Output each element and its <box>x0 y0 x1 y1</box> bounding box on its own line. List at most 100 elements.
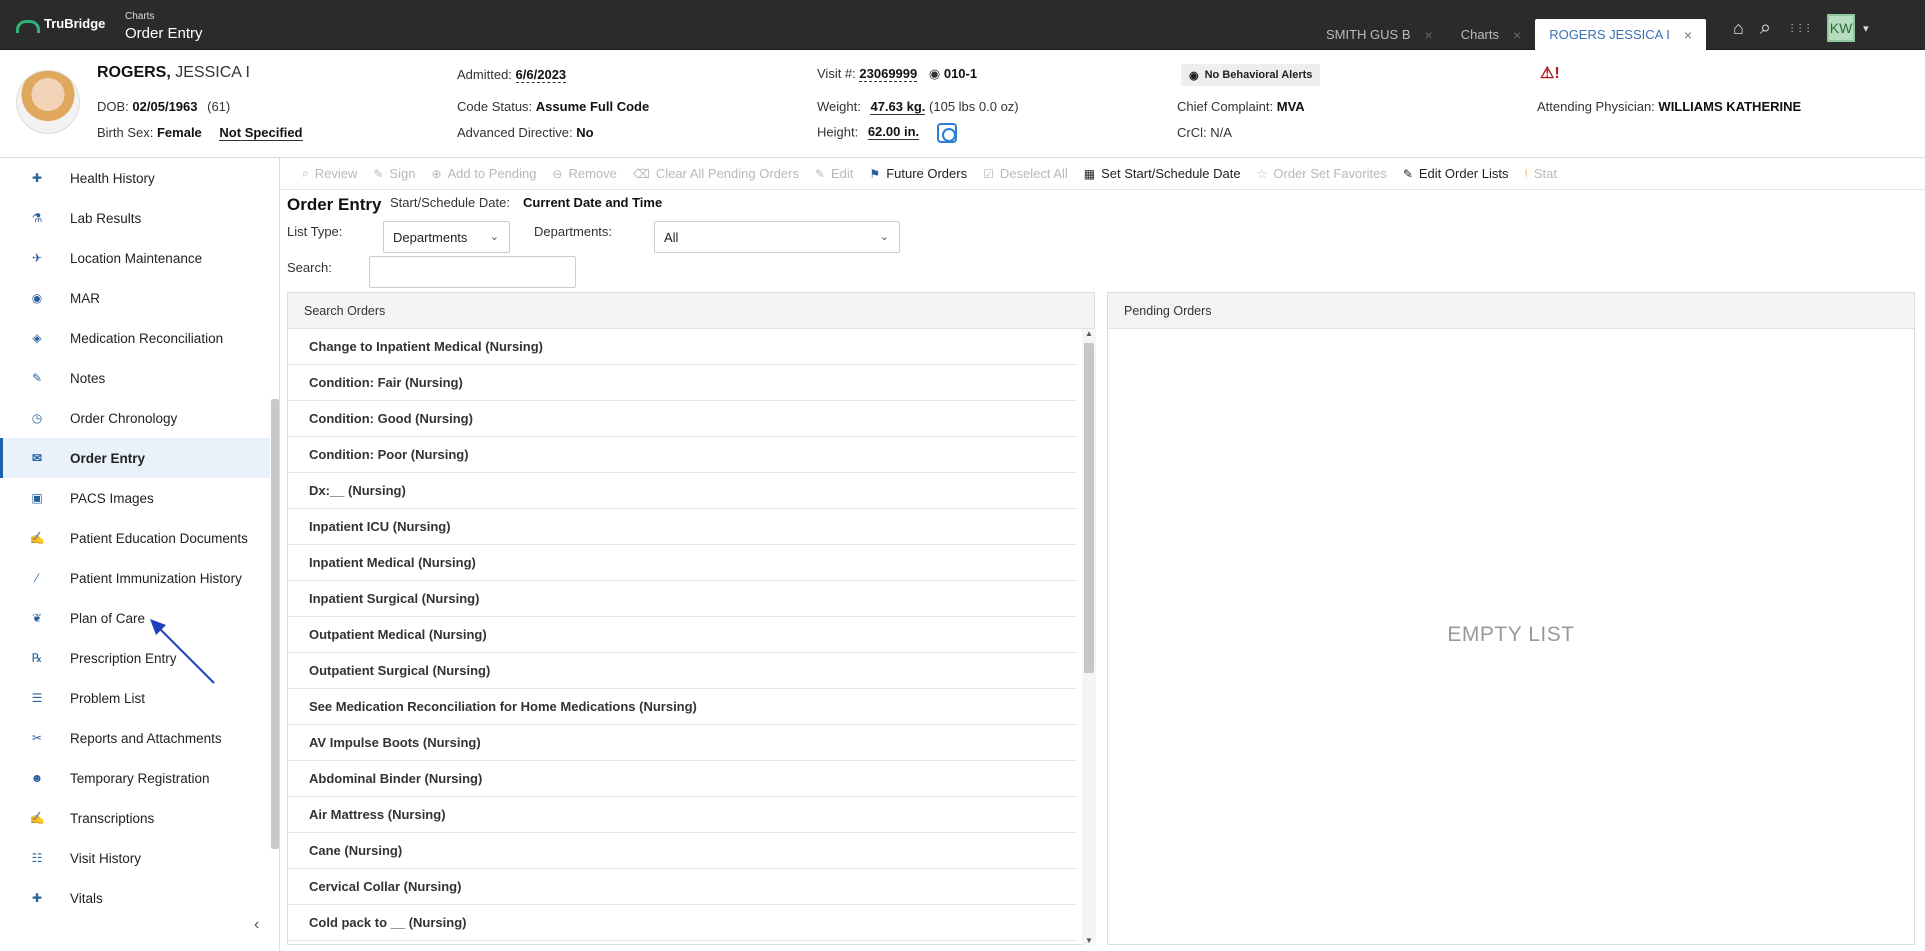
order-row[interactable]: Air Mattress (Nursing) <box>288 797 1076 833</box>
sidebar-item-problem-list[interactable]: ☰ Problem List <box>0 678 270 718</box>
behavioral-alert-badge[interactable]: ◉ No Behavioral Alerts <box>1181 64 1321 86</box>
order-row[interactable]: Change to Inpatient Medical (Nursing) <box>288 329 1076 365</box>
sidebar-item-patient-education[interactable]: ✍ Patient Education Documents <box>0 518 270 558</box>
edit-button[interactable]: ✎ Edit <box>815 166 853 181</box>
edit-order-lists-button[interactable]: ✎ Edit Order Lists <box>1403 166 1509 181</box>
tab-label: SMITH GUS B <box>1326 27 1411 42</box>
patient-name: ROGERS, JESSICA I <box>97 64 250 82</box>
registration-icon: ☻ <box>30 771 44 785</box>
order-row[interactable]: Outpatient Surgical (Nursing) <box>288 653 1076 689</box>
sidebar-item-location-maintenance[interactable]: ✈ Location Maintenance <box>0 238 270 278</box>
complaint-row: Chief Complaint: MVA <box>1177 99 1305 114</box>
height-link[interactable]: 62.00 in. <box>867 124 920 141</box>
sidebar-item-label: Lab Results <box>70 210 142 226</box>
future-orders-button[interactable]: ⚑ Future Orders <box>869 166 967 181</box>
clear-pending-button[interactable]: ⌫ Clear All Pending Orders <box>633 166 799 181</box>
code-status-value: Assume Full Code <box>535 99 650 114</box>
dob-row: DOB: 02/05/1963 (61) <box>97 99 230 114</box>
sidebar-item-transcriptions[interactable]: ✍ Transcriptions <box>0 798 270 838</box>
search-input[interactable] <box>369 256 576 288</box>
close-icon[interactable]: × <box>1425 27 1433 43</box>
visit-label: Visit #: <box>817 66 856 81</box>
pacs-image-icon: ▣ <box>31 491 43 505</box>
chevron-down-icon[interactable]: ▾ <box>1863 22 1869 35</box>
sidebar-item-order-chronology[interactable]: ◷ Order Chronology <box>0 398 270 438</box>
order-row[interactable]: Inpatient ICU (Nursing) <box>288 509 1076 545</box>
order-row[interactable]: AV Impulse Boots (Nursing) <box>288 725 1076 761</box>
close-icon[interactable]: × <box>1513 27 1521 43</box>
sidebar-item-visit-history[interactable]: ☷ Visit History <box>0 838 270 878</box>
order-row[interactable]: Dx:__ (Nursing) <box>288 473 1076 509</box>
deselect-all-button[interactable]: ☑ Deselect All <box>983 166 1068 181</box>
edit-icon: ✎ <box>814 166 826 181</box>
education-icon: ✍ <box>29 531 45 545</box>
lab-flask-icon: ⚗ <box>31 211 43 225</box>
sidebar-item-pacs-images[interactable]: ▣ PACS Images <box>0 478 270 518</box>
remove-icon: ⊖ <box>552 166 563 181</box>
measure-icon[interactable] <box>936 123 957 143</box>
tab-smith-gus[interactable]: SMITH GUS B × <box>1312 19 1447 50</box>
stat-button[interactable]: ! Stat <box>1524 166 1556 181</box>
order-row[interactable]: Inpatient Medical (Nursing) <box>288 545 1076 581</box>
apps-grid-icon[interactable]: ⋮⋮⋮ <box>1787 23 1813 34</box>
sidebar-item-temporary-registration[interactable]: ☻ Temporary Registration <box>0 758 270 798</box>
room-value: 010-1 <box>943 66 978 81</box>
sidebar-item-notes[interactable]: ✎ Notes <box>0 358 270 398</box>
admitted-date-link[interactable]: 6/6/2023 <box>515 67 567 83</box>
scroll-thumb[interactable] <box>1084 343 1094 673</box>
close-icon[interactable]: × <box>1684 27 1692 43</box>
order-list-scrollbar[interactable]: ▲ ▼ <box>1082 329 1096 945</box>
add-to-pending-button[interactable]: ⊕ Add to Pending <box>431 166 536 181</box>
allergy-warning-icon[interactable]: ⚠! <box>1540 63 1560 83</box>
visit-history-icon: ☷ <box>31 851 43 865</box>
order-row[interactable]: Condition: Poor (Nursing) <box>288 437 1076 473</box>
sidebar-item-plan-of-care[interactable]: ❦ Plan of Care <box>0 598 270 638</box>
sidebar-item-mar[interactable]: ◉ MAR <box>0 278 270 318</box>
sidebar-item-immunization-history[interactable]: ⁄ Patient Immunization History <box>0 558 270 598</box>
sign-button[interactable]: ✎ Sign <box>373 166 415 181</box>
sidebar-scrollbar[interactable] <box>271 399 279 849</box>
patient-banner: ROGERS, JESSICA I DOB: 02/05/1963 (61) B… <box>0 50 1925 158</box>
list-type-select[interactable]: Departments ⌄ <box>383 221 510 253</box>
order-row[interactable]: Inpatient Surgical (Nursing) <box>288 581 1076 617</box>
order-row[interactable]: Cane (Nursing) <box>288 833 1076 869</box>
order-row[interactable]: Outpatient Medical (Nursing) <box>288 617 1076 653</box>
sidebar-item-health-history[interactable]: ✚ Health History <box>0 158 270 198</box>
tab-charts[interactable]: Charts × <box>1447 19 1535 50</box>
sidebar-item-medication-reconciliation[interactable]: ◈ Medication Reconciliation <box>0 318 270 358</box>
sidebar-item-label: Reports and Attachments <box>70 730 222 746</box>
set-start-date-button[interactable]: ▦ Set Start/Schedule Date <box>1084 166 1241 181</box>
order-row[interactable]: Abdominal Binder (Nursing) <box>288 761 1076 797</box>
pending-orders-panel: Pending Orders EMPTY LIST <box>1107 292 1915 945</box>
future-orders-icon: ⚑ <box>869 166 881 181</box>
order-row[interactable]: See Medication Reconciliation for Home M… <box>288 689 1076 725</box>
gender-identity-link[interactable]: Not Specified <box>219 125 303 141</box>
collapse-sidebar-icon[interactable]: ‹ <box>254 916 259 934</box>
sidebar-item-prescription-entry[interactable]: ℞ Prescription Entry <box>0 638 270 678</box>
order-row[interactable]: Condition: Good (Nursing) <box>288 401 1076 437</box>
sidebar-item-lab-results[interactable]: ⚗ Lab Results <box>0 198 270 238</box>
order-row[interactable]: Condition: Fair (Nursing) <box>288 365 1076 401</box>
visit-number-link[interactable]: 23069999 <box>859 66 918 82</box>
departments-select[interactable]: All ⌄ <box>654 221 900 253</box>
brand[interactable]: TruBridge <box>16 16 105 33</box>
sidebar-item-order-entry[interactable]: ✉ Order Entry <box>0 438 270 478</box>
search-icon[interactable]: ⌕ <box>1760 17 1771 40</box>
scroll-up-icon[interactable]: ▲ <box>1085 329 1093 338</box>
scroll-down-icon[interactable]: ▼ <box>1085 936 1093 945</box>
breadcrumb-parent[interactable]: Charts <box>125 12 203 22</box>
tab-rogers-jessica[interactable]: ROGERS JESSICA I × <box>1535 19 1707 50</box>
remove-button[interactable]: ⊖ Remove <box>552 166 616 181</box>
weight-link[interactable]: 47.63 kg. <box>870 99 926 115</box>
sidebar-item-vitals[interactable]: ✚ Vitals <box>0 878 270 918</box>
complaint-label: Chief Complaint: <box>1177 99 1274 114</box>
sidebar-item-reports-attachments[interactable]: ✂ Reports and Attachments <box>0 718 270 758</box>
order-set-favorites-button[interactable]: ☆ Order Set Favorites <box>1257 166 1387 181</box>
order-row[interactable]: Cold pack to __ (Nursing) <box>288 905 1076 941</box>
sidebar-item-label: Medication Reconciliation <box>70 330 224 346</box>
user-avatar[interactable]: KW <box>1827 14 1856 42</box>
review-button[interactable]: ⌕ Review <box>302 166 357 181</box>
home-icon[interactable]: ⌂ <box>1733 18 1744 39</box>
future-orders-label: Future Orders <box>886 166 968 181</box>
order-row[interactable]: Cervical Collar (Nursing) <box>288 869 1076 905</box>
